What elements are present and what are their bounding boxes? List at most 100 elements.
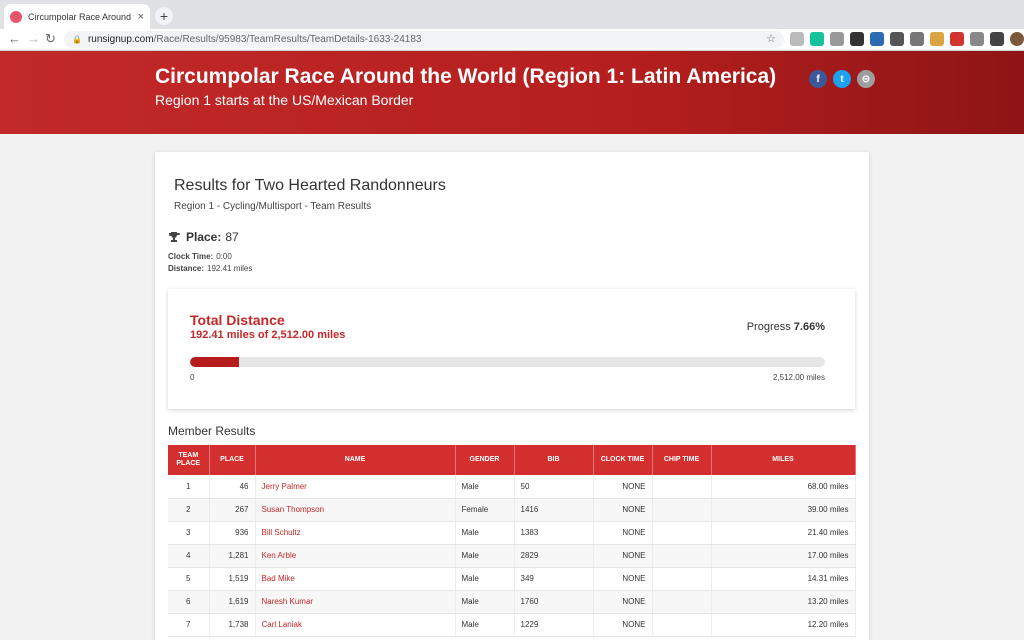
name-cell: Naresh Kumar (255, 590, 456, 614)
place-value: 87 (225, 230, 239, 244)
gender-cell: Male (455, 544, 515, 568)
gender-cell: Male (455, 521, 515, 545)
table-row: 3 936 Bill Schultz Male 1383 NONE 21.40 miles (168, 521, 856, 545)
url-path: /Race/Results/95983/TeamResults/TeamDeta… (153, 34, 422, 45)
extension-icon[interactable] (870, 32, 884, 46)
extension-icon[interactable] (830, 32, 844, 46)
chip-time-cell (652, 475, 712, 499)
name-cell: Bad Mike (255, 567, 456, 591)
team-place-cell: 3 (168, 521, 210, 545)
site-favicon-icon (10, 10, 22, 23)
member-name-link[interactable]: Susan Thompson (262, 505, 325, 514)
column-header[interactable]: CLOCK TIME (593, 445, 653, 475)
total-distance-summary: 192.41 miles of 2,512.00 miles (190, 329, 346, 341)
clock-time-cell: NONE (593, 498, 653, 522)
column-header[interactable]: CHIP TIME (652, 445, 712, 475)
race-title: Circumpolar Race Around the World (Regio… (155, 65, 777, 88)
race-subtitle: Region 1 starts at the US/Mexican Border (155, 92, 414, 108)
extension-icon[interactable] (910, 32, 924, 46)
bookmark-star-icon[interactable]: ☆ (766, 32, 776, 45)
facebook-share-icon[interactable]: f (809, 70, 827, 88)
bib-cell: 2829 (514, 544, 594, 568)
extensions-row: ⋮ (790, 32, 1024, 46)
table-row: 2 267 Susan Thompson Female 1416 NONE 39.00 mi… (168, 498, 856, 522)
place-label: Place: (186, 230, 222, 244)
member-name-link[interactable]: Bill Schultz (262, 528, 301, 537)
column-header[interactable]: MILES (711, 445, 856, 475)
place-cell: 1,519 (209, 567, 256, 591)
table-row: 5 1,519 Bad Mike Male 349 NONE 14.31 miles (168, 567, 856, 591)
miles-cell: 17.00 miles (711, 544, 856, 568)
bib-cell: 50 (514, 475, 594, 499)
clock-time-label: Clock Time: (168, 252, 214, 261)
name-cell: Susan Thompson (255, 498, 456, 522)
url-bar[interactable]: 🔒 runsignup.com /Race/Results/95983/Team… (64, 31, 784, 48)
member-results-table: TEAM PLACE PLACE NAME GENDER BIB CLOCK TIME CH… (168, 445, 856, 637)
column-header[interactable]: PLACE (209, 445, 256, 475)
more-share-icon[interactable]: ⊝ (857, 70, 875, 88)
results-card: Results for Two Hearted Randonneurs Regi… (155, 152, 869, 640)
camera-icon[interactable] (970, 32, 984, 46)
team-place-cell: 7 (168, 613, 210, 637)
grammarly-icon[interactable] (810, 32, 824, 46)
race-header: Circumpolar Race Around the World (Regio… (0, 51, 1024, 134)
chip-time-cell (652, 613, 712, 637)
miles-cell: 13.20 miles (711, 590, 856, 614)
extension-icon[interactable] (790, 32, 804, 46)
member-name-link[interactable]: Ken Arble (262, 551, 297, 560)
browser-tab-bar: Circumpolar Race Around the W × + (0, 0, 1024, 29)
chip-time-cell (652, 590, 712, 614)
gender-cell: Male (455, 567, 515, 591)
column-header[interactable]: NAME (255, 445, 456, 475)
table-row: 7 1,738 Carl Laniak Male 1229 NONE 12.20 miles (168, 613, 856, 637)
clock-time-line: Clock Time: 0:00 (168, 252, 232, 261)
new-tab-button[interactable]: + (155, 7, 173, 25)
member-name-link[interactable]: Bad Mike (262, 574, 295, 583)
total-distance-title: Total Distance (190, 312, 285, 328)
puzzle-icon[interactable] (990, 32, 1004, 46)
gender-cell: Male (455, 475, 515, 499)
member-results-title: Member Results (168, 424, 256, 438)
member-name-link[interactable]: Jerry Palmer (262, 482, 307, 491)
browser-tab[interactable]: Circumpolar Race Around the W × (4, 4, 150, 29)
bib-cell: 1229 (514, 613, 594, 637)
clock-time-cell: NONE (593, 567, 653, 591)
extension-icon[interactable] (930, 32, 944, 46)
reload-icon[interactable]: ↻ (45, 31, 56, 47)
bib-cell: 349 (514, 567, 594, 591)
place-cell: 936 (209, 521, 256, 545)
adblock-icon[interactable] (950, 32, 964, 46)
distance-line: Distance: 192.41 miles (168, 264, 252, 273)
extension-icon[interactable] (850, 32, 864, 46)
column-header[interactable]: GENDER (455, 445, 515, 475)
url-host: runsignup.com (87, 34, 154, 45)
bib-cell: 1760 (514, 590, 594, 614)
distance-value: 192.41 miles (207, 264, 253, 273)
clock-time-cell: NONE (593, 544, 653, 568)
back-arrow-icon[interactable]: ← (8, 31, 21, 46)
twitter-share-icon[interactable]: t (833, 70, 851, 88)
member-name-link[interactable]: Naresh Kumar (262, 597, 314, 606)
miles-cell: 21.40 miles (711, 521, 856, 545)
miles-cell: 68.00 miles (711, 475, 856, 499)
forward-arrow-icon[interactable]: → (27, 31, 40, 46)
progress-bar (190, 357, 825, 367)
browser-toolbar: ← → ↻ 🔒 runsignup.com /Race/Results/9598… (0, 29, 1024, 51)
column-header[interactable]: BIB (514, 445, 594, 475)
team-place-cell: 6 (168, 590, 210, 614)
member-name-link[interactable]: Carl Laniak (262, 620, 302, 629)
name-cell: Carl Laniak (255, 613, 456, 637)
chip-time-cell (652, 498, 712, 522)
team-place-cell: 4 (168, 544, 210, 568)
chip-time-cell (652, 567, 712, 591)
extension-icon[interactable] (890, 32, 904, 46)
column-header[interactable]: TEAM PLACE (168, 445, 210, 475)
miles-cell: 12.20 miles (711, 613, 856, 637)
gender-cell: Male (455, 613, 515, 637)
lock-icon: 🔒 (72, 35, 82, 44)
name-cell: Ken Arble (255, 544, 456, 568)
clock-time-cell: NONE (593, 521, 653, 545)
close-tab-icon[interactable]: × (138, 11, 144, 23)
progress-min-label: 0 (190, 373, 195, 382)
profile-avatar[interactable] (1010, 32, 1024, 46)
